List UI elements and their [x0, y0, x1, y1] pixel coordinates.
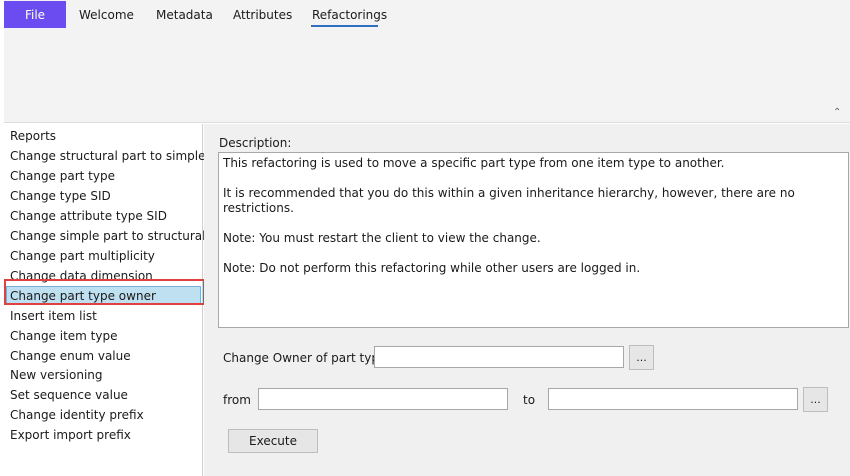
list-item[interactable]: Change item type — [10, 327, 118, 345]
tab-welcome[interactable]: Welcome — [79, 8, 134, 22]
list-item[interactable]: Insert item list — [10, 307, 97, 325]
tab-attributes[interactable]: Attributes — [233, 8, 292, 22]
description-line: It is recommended that you do this withi… — [223, 186, 795, 215]
description-line: This refactoring is used to move a speci… — [223, 156, 725, 170]
tab-refactorings[interactable]: Refactorings — [312, 8, 387, 22]
to-browse-button[interactable]: ... — [803, 387, 828, 412]
refactoring-list: Reports Change structural part to simple… — [4, 124, 206, 476]
description-text: This refactoring is used to move a speci… — [218, 152, 849, 328]
list-item[interactable]: Change type SID — [10, 187, 111, 205]
list-item-reports[interactable]: Reports — [10, 127, 56, 145]
description-label: Description: — [219, 136, 292, 150]
list-item[interactable]: Change attribute type SID — [10, 207, 167, 225]
description-line: Note: You must restart the client to vie… — [223, 231, 541, 245]
refactoring-detail: Description: This refactoring is used to… — [204, 124, 850, 476]
list-item[interactable]: Change identity prefix — [10, 406, 144, 424]
tab-metadata[interactable]: Metadata — [156, 8, 213, 22]
owner-input[interactable] — [374, 346, 624, 368]
list-item[interactable]: Change enum value — [10, 347, 131, 365]
list-item[interactable]: Change data dimension — [10, 267, 153, 285]
execute-button[interactable]: Execute — [228, 429, 318, 453]
owner-browse-button[interactable]: ... — [629, 345, 654, 370]
list-item[interactable]: Change structural part to simple — [10, 147, 206, 165]
from-input[interactable] — [258, 388, 508, 410]
active-tab-indicator — [311, 25, 378, 27]
owner-label: Change Owner of part type: — [223, 351, 391, 365]
to-label: to — [523, 393, 536, 407]
list-item[interactable]: Export import prefix — [10, 426, 131, 444]
list-item[interactable]: New versioning — [10, 366, 103, 384]
description-line: Note: Do not perform this refactoring wh… — [223, 261, 641, 275]
list-item[interactable]: Change simple part to structural — [10, 227, 206, 245]
from-label: from — [223, 393, 251, 407]
ribbon: File Welcome Metadata Attributes Refacto… — [4, 0, 850, 123]
list-item-selected[interactable]: Change part type owner — [6, 286, 201, 304]
file-tab[interactable]: File — [4, 1, 66, 28]
list-item[interactable]: Change part multiplicity — [10, 247, 155, 265]
list-item[interactable]: Set sequence value — [10, 386, 128, 404]
to-input[interactable] — [548, 388, 798, 410]
chevron-up-icon[interactable]: ⌃ — [833, 107, 841, 118]
list-item[interactable]: Change part type — [10, 167, 115, 185]
